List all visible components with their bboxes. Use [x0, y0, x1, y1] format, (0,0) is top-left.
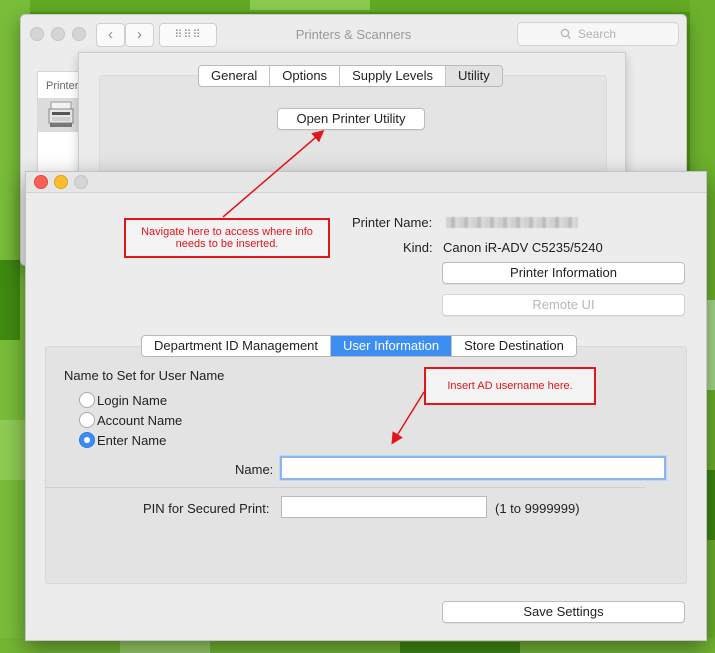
- radio-account-name[interactable]: [79, 412, 95, 428]
- search-icon: [560, 23, 572, 52]
- remote-ui-button[interactable]: Remote UI: [442, 294, 685, 316]
- kind-value: Canon iR-ADV C5235/5240: [443, 240, 603, 255]
- annotation-note-insert-username: Insert AD username here.: [424, 367, 596, 405]
- radio-account-name-label[interactable]: Account Name: [97, 413, 182, 428]
- tab-user-information[interactable]: User Information: [331, 336, 453, 356]
- radio-enter-name-label[interactable]: Enter Name: [97, 433, 166, 448]
- divider: [45, 487, 645, 488]
- tab-supply-levels[interactable]: Supply Levels: [340, 66, 447, 86]
- annotation-note-navigate: Navigate here to access where info needs…: [124, 218, 330, 258]
- printer-information-button[interactable]: Printer Information: [442, 262, 685, 284]
- pin-label: PIN for Secured Print:: [143, 501, 270, 516]
- options-tabs: General Options Supply Levels Utility: [198, 65, 503, 87]
- open-printer-utility-button[interactable]: Open Printer Utility: [277, 108, 425, 130]
- radio-enter-name[interactable]: [79, 432, 95, 448]
- zoom-icon[interactable]: [74, 175, 88, 189]
- pin-input[interactable]: [281, 496, 487, 518]
- tab-store-destination[interactable]: Store Destination: [452, 336, 576, 356]
- search-field[interactable]: Search: [517, 22, 679, 46]
- minimize-icon[interactable]: [54, 175, 68, 189]
- utility-tabs: Department ID Management User Informatio…: [141, 335, 577, 357]
- pin-range-hint: (1 to 9999999): [495, 501, 580, 516]
- close-icon[interactable]: [34, 175, 48, 189]
- printer-icon: [48, 100, 74, 128]
- name-label: Name:: [235, 462, 274, 477]
- printer-name-label: Printer Name:: [352, 215, 433, 230]
- printer-name-value-redacted: [446, 217, 578, 228]
- tab-general[interactable]: General: [199, 66, 271, 86]
- save-settings-button[interactable]: Save Settings: [442, 601, 685, 623]
- radio-login-name-label[interactable]: Login Name: [97, 393, 167, 408]
- tab-utility[interactable]: Utility: [446, 66, 502, 86]
- section-title: Name to Set for User Name: [64, 368, 225, 383]
- tab-department-id-management[interactable]: Department ID Management: [142, 336, 332, 356]
- kind-label: Kind:: [403, 240, 433, 255]
- printer-list-header: Printer: [46, 80, 79, 92]
- front-window-titlebar: [26, 172, 706, 193]
- search-placeholder: Search: [578, 27, 617, 41]
- name-input[interactable]: [280, 456, 666, 480]
- tab-options[interactable]: Options: [270, 66, 341, 86]
- back-window-titlebar: ‹ › ⠿⠿⠿ Printers & Scanners Search: [21, 15, 686, 53]
- radio-login-name[interactable]: [79, 392, 95, 408]
